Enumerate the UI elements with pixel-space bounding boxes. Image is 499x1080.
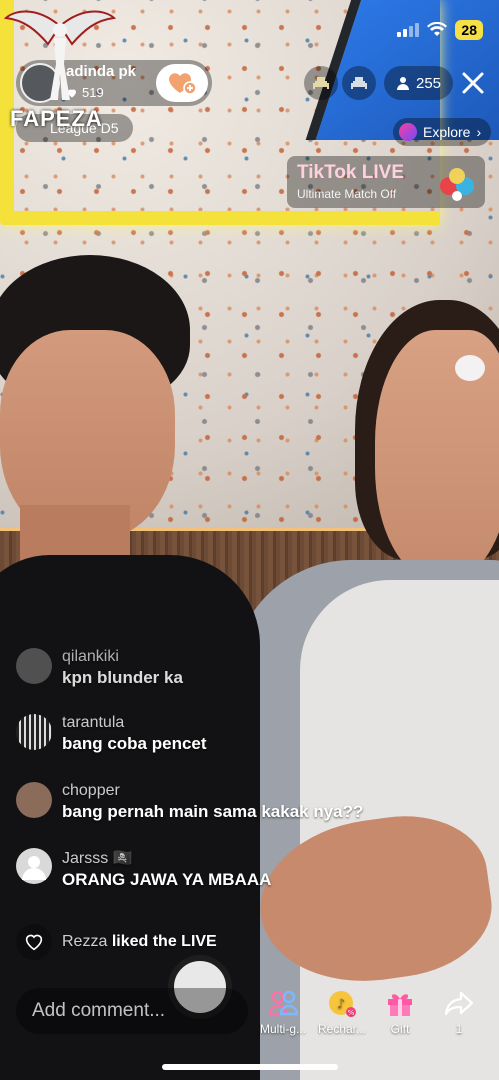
watermark-text: FAPEZA xyxy=(10,106,103,131)
liked-text: liked the LIVE xyxy=(111,933,217,950)
heart-outline-icon xyxy=(16,924,52,960)
commenter-name[interactable]: qilankiki xyxy=(62,648,183,666)
gift-button[interactable]: Gift xyxy=(372,988,428,1036)
comment-text: bang pernah main sama kakak nya?? xyxy=(62,802,364,821)
commenter-avatar[interactable] xyxy=(16,648,52,684)
recharge-label: Rechar... xyxy=(317,1022,367,1036)
explore-label: Explore xyxy=(423,124,471,140)
top-viewer-avatar-1[interactable] xyxy=(304,66,338,100)
commenter-avatar[interactable] xyxy=(16,782,52,818)
top-viewer-avatar-2[interactable] xyxy=(342,66,376,100)
gift-icon xyxy=(388,994,412,1016)
face-sticker xyxy=(455,355,485,381)
share-button[interactable]: 1 xyxy=(431,988,487,1036)
add-comment-input[interactable] xyxy=(16,988,248,1034)
wifi-icon xyxy=(427,22,448,36)
liked-user[interactable]: Rezza xyxy=(62,933,107,950)
liked-event: Rezza liked the LIVE xyxy=(16,924,217,960)
comment-item[interactable]: qilankiki kpn blunder ka xyxy=(16,648,183,688)
seat-icon xyxy=(313,77,329,89)
commenter-name[interactable]: Jarsss 🏴‍☠️ xyxy=(62,848,271,868)
cellular-signal-icon xyxy=(397,23,420,37)
commenter-name[interactable]: tarantula xyxy=(62,714,207,732)
battery-indicator: 28 xyxy=(455,20,483,40)
comment-item[interactable]: chopper bang pernah main sama kakak nya?… xyxy=(16,782,363,822)
multi-guest-icon xyxy=(268,990,298,1016)
pirate-flag-icon: 🏴‍☠️ xyxy=(112,850,133,867)
explore-icon xyxy=(399,123,417,141)
share-icon xyxy=(444,991,474,1016)
home-indicator[interactable] xyxy=(162,1064,338,1070)
status-bar: 28 xyxy=(397,20,483,40)
promo-title: TikTok LIVE xyxy=(297,162,404,183)
default-avatar-icon xyxy=(22,856,46,880)
recharge-icon: ♪ % xyxy=(329,991,356,1017)
commenter-avatar[interactable] xyxy=(16,848,52,884)
match-trophy-icon xyxy=(440,168,474,201)
commenter-name[interactable]: chopper xyxy=(62,782,363,800)
person-icon xyxy=(397,77,409,90)
seat-icon xyxy=(351,77,367,89)
viewer-count-pill[interactable]: 255 xyxy=(384,66,454,100)
commenter-avatar[interactable] xyxy=(16,714,52,750)
multi-guest-label: Multi-g... xyxy=(259,1022,306,1036)
multi-guest-button[interactable]: Multi-g... xyxy=(255,988,311,1036)
svg-text:%: % xyxy=(348,1009,355,1017)
explore-button[interactable]: Explore › xyxy=(393,118,492,146)
comment-text: ORANG JAWA YA MBAAA xyxy=(62,870,272,889)
promo-subtitle: Ultimate Match Off xyxy=(297,187,397,201)
close-icon[interactable] xyxy=(458,68,488,98)
viewer-count: 255 xyxy=(416,74,442,92)
comment-text: kpn blunder ka xyxy=(62,668,183,687)
comment-item[interactable]: tarantula bang coba pencet xyxy=(16,714,207,754)
tiktok-live-promo-banner[interactable]: TikTok LIVE Ultimate Match Off xyxy=(287,156,485,208)
gift-label: Gift xyxy=(390,1022,410,1036)
chevron-right-icon: › xyxy=(476,124,482,140)
comment-text: bang coba pencet xyxy=(62,734,207,753)
follow-button[interactable] xyxy=(156,64,208,102)
heart-plus-icon xyxy=(169,73,197,95)
share-count: 1 xyxy=(455,1022,463,1036)
comment-item[interactable]: Jarsss 🏴‍☠️ ORANG JAWA YA MBAAA xyxy=(16,848,271,890)
recharge-button[interactable]: ♪ % Rechar... xyxy=(314,988,370,1036)
svg-text:♪: ♪ xyxy=(337,997,345,1012)
